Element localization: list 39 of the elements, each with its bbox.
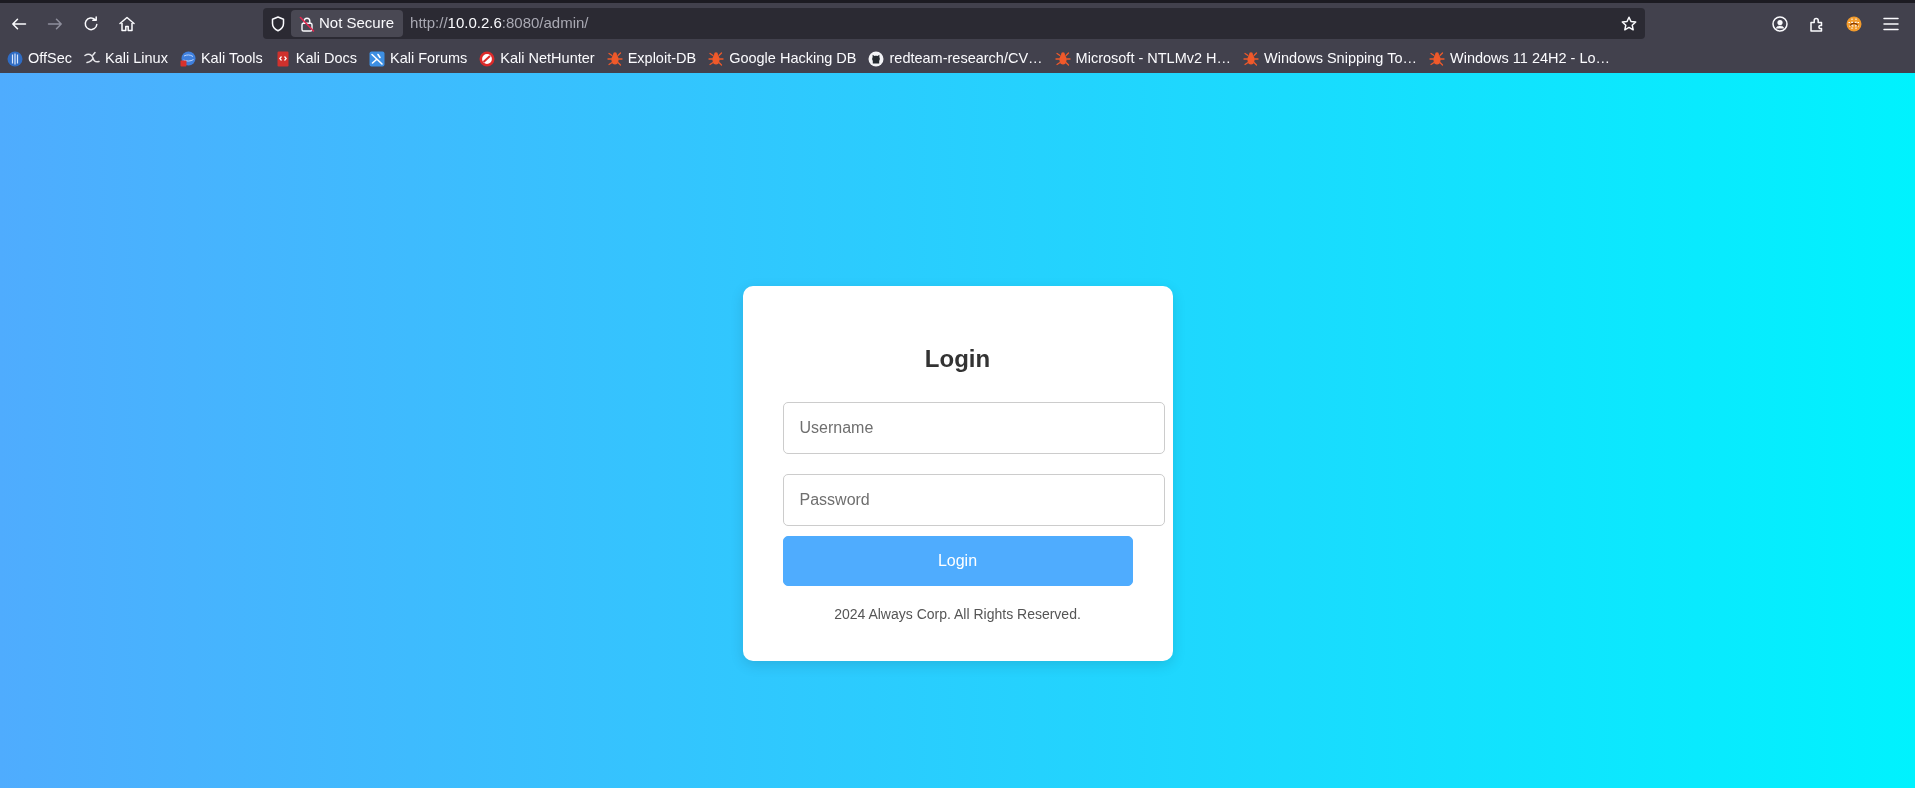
ball-icon[interactable] bbox=[1846, 15, 1862, 32]
login-title: Login bbox=[923, 345, 992, 373]
reload-icon[interactable] bbox=[83, 15, 99, 32]
input-field[interactable]: Username bbox=[782, 402, 1165, 454]
copyright-text: 2024 Always Corp. All Rights Reserved. bbox=[833, 605, 1082, 624]
bookmark-link[interactable]: Kali Docs bbox=[268, 47, 363, 70]
bookmark-link[interactable]: Kali NetHunter bbox=[473, 47, 601, 70]
bookmark-link[interactable]: Exploit-DB bbox=[600, 47, 703, 70]
back-arrow-icon[interactable] bbox=[11, 15, 27, 32]
bookmark-link[interactable]: Kali Linux bbox=[78, 47, 174, 70]
shield-icon[interactable] bbox=[271, 15, 285, 32]
bookmark-link[interactable]: Kali Tools bbox=[173, 47, 269, 70]
cat-icon bbox=[868, 50, 885, 67]
input-field[interactable]: Password bbox=[782, 474, 1165, 526]
bookmark-link[interactable]: redteam-research/CV… bbox=[862, 47, 1049, 70]
bookmark-link[interactable]: Google Hacking DB bbox=[702, 47, 863, 70]
bookmark-link[interactable]: OffSec bbox=[1, 47, 79, 70]
orb-icon bbox=[7, 50, 23, 67]
home-icon[interactable] bbox=[119, 15, 135, 32]
bug-icon bbox=[1054, 50, 1071, 67]
account-icon[interactable] bbox=[1772, 15, 1788, 32]
bug-icon bbox=[708, 50, 725, 67]
bookmark-link[interactable]: Kali Forums bbox=[363, 47, 474, 70]
star-icon[interactable] bbox=[1621, 15, 1637, 32]
lock-slash-icon bbox=[299, 15, 315, 32]
bug-icon bbox=[1243, 50, 1260, 67]
tile-icon bbox=[369, 50, 385, 67]
menu-icon[interactable] bbox=[1883, 16, 1899, 31]
url-text: http://10.0.2.6:8080/admin/ bbox=[410, 13, 589, 34]
bug-icon bbox=[606, 50, 623, 67]
site-info-button[interactable]: Not Secure bbox=[291, 10, 404, 37]
ball-icon bbox=[179, 50, 196, 67]
ring-icon bbox=[479, 50, 496, 67]
bookmark-link[interactable]: Windows Snipping To… bbox=[1237, 47, 1423, 70]
address-bar[interactable]: Not Secure http://10.0.2.6:8080/admin/ bbox=[263, 8, 1645, 39]
puzzle-icon[interactable] bbox=[1809, 15, 1825, 32]
bug-icon bbox=[1428, 50, 1445, 67]
bookmark-link[interactable]: Windows 11 24H2 - Lo… bbox=[1422, 47, 1617, 70]
bookmark-link[interactable]: Microsoft - NTLMv2 H… bbox=[1048, 47, 1238, 70]
